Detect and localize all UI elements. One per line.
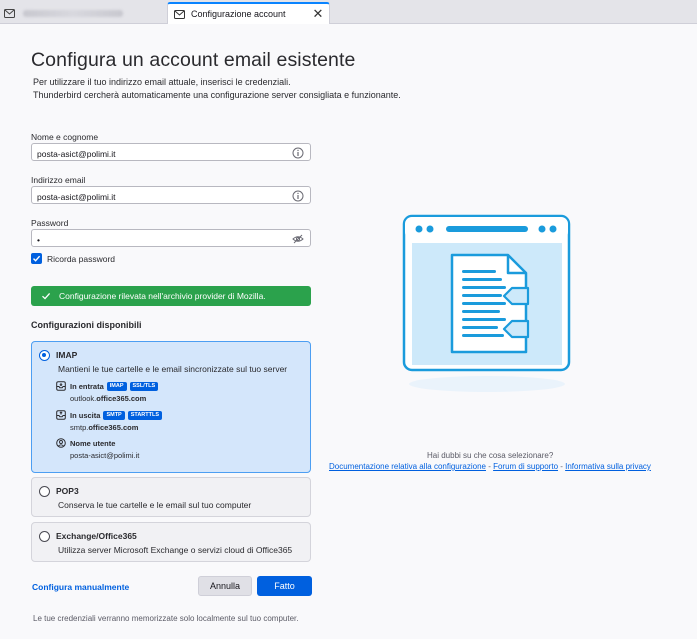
incoming-host-domain: office365.com xyxy=(96,394,147,403)
config-option-exchange[interactable]: Exchange/Office365 Utilizza server Micro… xyxy=(31,522,311,562)
mail-icon xyxy=(174,9,185,19)
tab-label: Configurazione account xyxy=(191,9,286,19)
incoming-host: outlook.office365.com xyxy=(70,394,146,403)
remember-password-label: Ricorda password xyxy=(47,253,116,264)
support-forum-link[interactable]: Forum di supporto xyxy=(493,462,558,471)
outgoing-host-prefix: smtp. xyxy=(70,423,89,432)
incoming-host-prefix: outlook. xyxy=(70,394,97,403)
imap-desc: Mantieni le tue cartelle e le email sinc… xyxy=(58,364,288,374)
imap-radio[interactable] xyxy=(39,350,50,361)
manual-config-link[interactable]: Configura manualmente xyxy=(32,582,129,592)
eye-slash-icon[interactable] xyxy=(292,232,304,244)
exchange-radio[interactable] xyxy=(39,531,50,542)
pop3-radio[interactable] xyxy=(39,486,50,497)
pop3-desc: Conserva le tue cartelle e le email sul … xyxy=(58,500,252,510)
username-value: posta-asict@polimi.it xyxy=(70,451,140,460)
config-option-imap[interactable]: IMAP Mantieni le tue cartelle e le email… xyxy=(31,341,311,473)
remember-password-checkbox[interactable] xyxy=(31,253,42,264)
close-icon[interactable]: ✕ xyxy=(311,7,325,20)
email-label: Indirizzo email xyxy=(31,175,86,185)
privacy-link[interactable]: Informativa sulla privacy xyxy=(565,462,651,471)
tab-inactive-label-blurred xyxy=(23,9,123,17)
available-configs-title: Configurazioni disponibili xyxy=(31,320,142,330)
info-icon[interactable] xyxy=(292,146,304,159)
tab-bar: Configurazione account ✕ xyxy=(0,0,697,24)
page-title: Configura un account email esistente xyxy=(31,49,356,71)
check-icon xyxy=(41,291,51,301)
outbox-icon xyxy=(56,410,66,420)
tab-inactive[interactable] xyxy=(4,2,164,24)
exchange-desc: Utilizza server Microsoft Exchange o ser… xyxy=(58,545,293,555)
docs-link[interactable]: Documentazione relativa alla configurazi… xyxy=(329,462,486,471)
intro-line-1: Per utilizzare il tuo indirizzo email at… xyxy=(33,77,291,87)
pop3-title: POP3 xyxy=(56,486,79,496)
incoming-label: In entrata xyxy=(70,382,104,391)
credentials-note: Le tue credenziali verranno memorizzate … xyxy=(33,614,299,623)
password-field-box xyxy=(31,229,311,248)
name-field-box xyxy=(31,143,311,162)
password-label: Password xyxy=(31,218,69,228)
user-icon xyxy=(56,438,66,448)
badge-imap: IMAP xyxy=(106,382,127,391)
help-question: Hai dubbi su che cosa selezionare? xyxy=(427,451,554,460)
email-input[interactable] xyxy=(32,189,272,205)
mail-icon xyxy=(4,8,15,18)
config-found-notice: Configurazione rilevata nell'archivio pr… xyxy=(31,286,311,306)
exchange-title: Exchange/Office365 xyxy=(56,531,137,541)
outgoing-host: smtp.office365.com xyxy=(70,423,138,432)
name-label: Nome e cognome xyxy=(31,132,99,142)
badge-smtp: SMTP xyxy=(103,411,125,420)
badge-starttls: STARTTLS xyxy=(127,411,163,420)
tab-account-setup[interactable]: Configurazione account ✕ xyxy=(167,2,330,24)
outgoing-host-domain: office365.com xyxy=(88,423,139,432)
password-input[interactable] xyxy=(32,232,272,248)
config-option-pop3[interactable]: POP3 Conserva le tue cartelle e le email… xyxy=(31,477,311,517)
cancel-button[interactable]: Annulla xyxy=(198,576,252,596)
badge-ssl-tls: SSL/TLS xyxy=(129,382,159,391)
document-illustration xyxy=(392,212,582,396)
done-button[interactable]: Fatto xyxy=(257,576,312,596)
info-icon[interactable] xyxy=(292,189,304,202)
outgoing-label: In uscita xyxy=(70,411,101,420)
remember-password[interactable]: Ricorda password xyxy=(31,253,115,264)
email-field-box xyxy=(31,186,311,205)
inbox-icon xyxy=(56,381,66,391)
name-input[interactable] xyxy=(32,146,272,162)
intro-line-2: Thunderbird cercherà automaticamente una… xyxy=(33,90,401,100)
username-label: Nome utente xyxy=(70,439,116,448)
intro-text: Per utilizzare il tuo indirizzo email at… xyxy=(33,76,401,102)
notice-text: Configurazione rilevata nell'archivio pr… xyxy=(59,291,266,301)
help-links: Documentazione relativa alla configurazi… xyxy=(329,462,651,471)
imap-title: IMAP xyxy=(56,350,78,360)
